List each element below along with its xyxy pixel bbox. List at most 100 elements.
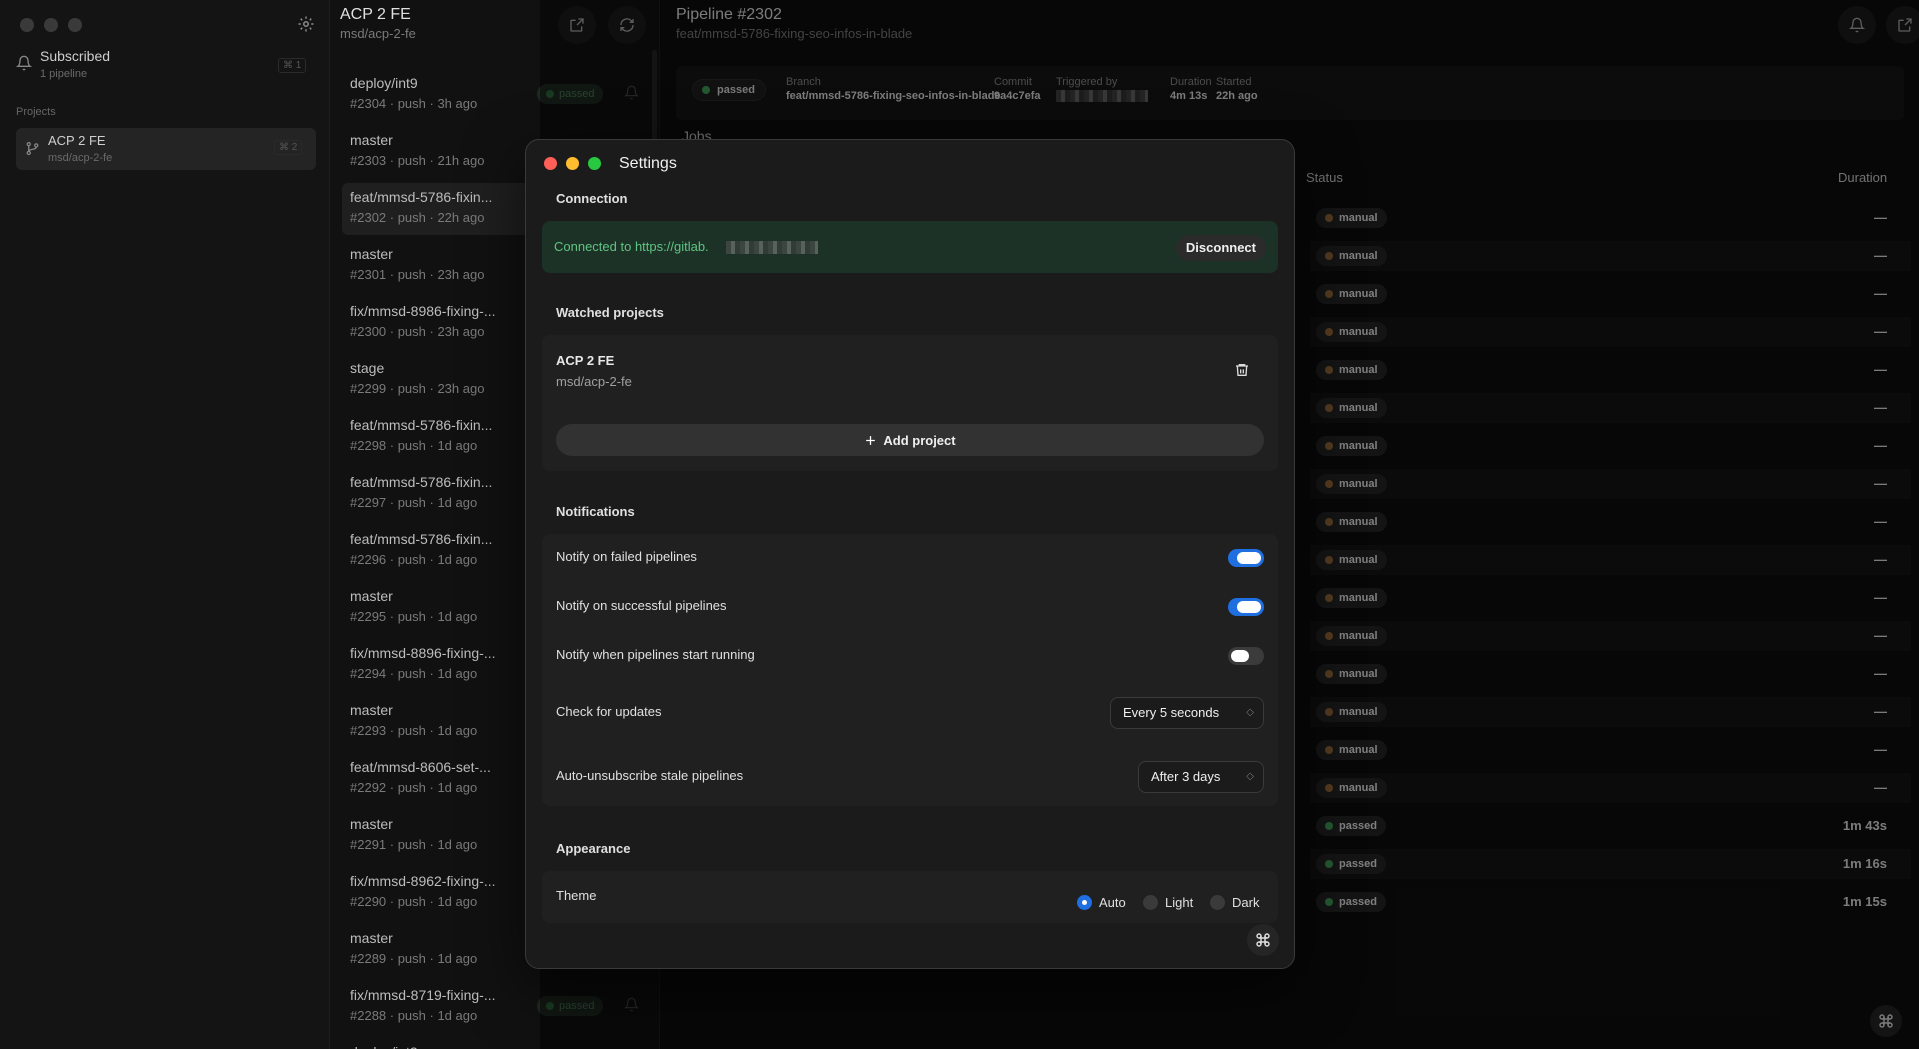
pipeline-meta: #2294 · push · 1d ago: [350, 666, 478, 681]
pipeline-meta: #2292 · push · 1d ago: [350, 780, 478, 795]
theme-option-light[interactable]: Light: [1143, 895, 1193, 910]
theme-option-label: Dark: [1232, 895, 1260, 910]
gear-icon[interactable]: [297, 15, 315, 33]
pipeline-branch: fix/mmsd-8896-fixing-...: [350, 645, 496, 661]
theme-option-auto[interactable]: Auto: [1077, 895, 1126, 910]
pipeline-meta: #2291 · push · 1d ago: [350, 837, 478, 852]
notify-success-toggle[interactable]: [1228, 598, 1264, 616]
notify-running-label: Notify when pipelines start running: [556, 647, 755, 662]
theme-option-label: Auto: [1099, 895, 1126, 910]
pipeline-branch: deploy/int9: [350, 75, 418, 91]
sidebar-item-label: Subscribed: [40, 48, 111, 64]
chevron-updown-icon: ◇: [1246, 707, 1254, 718]
theme-label: Theme: [556, 888, 597, 903]
pipeline-branch: master: [350, 816, 393, 832]
shortcut-badge: ⌘ 1: [278, 58, 307, 73]
pipeline-meta: #2290 · push · 1d ago: [350, 894, 478, 909]
branch-icon: [26, 141, 39, 156]
pipeline-branch: feat/mmsd-5786-fixin...: [350, 474, 493, 490]
check-updates-value: Every 5 seconds: [1123, 705, 1220, 720]
section-heading-watched: Watched projects: [556, 305, 664, 320]
section-heading-connection: Connection: [556, 191, 628, 206]
pipeline-meta: #2299 · push · 23h ago: [350, 381, 485, 396]
watched-project-path: msd/acp-2-fe: [556, 374, 632, 389]
window-controls: [544, 157, 601, 170]
pipeline-meta: #2301 · push · 23h ago: [350, 267, 485, 282]
pipeline-branch: stage: [350, 360, 385, 376]
pipeline-meta: #2303 · push · 21h ago: [350, 153, 485, 168]
minimize-window-button[interactable]: [566, 157, 579, 170]
plus-icon: [866, 435, 876, 445]
auto-unsubscribe-label: Auto-unsubscribe stale pipelines: [556, 768, 744, 783]
pipeline-branch: fix/mmsd-8962-fixing-...: [350, 873, 496, 889]
check-updates-select[interactable]: Every 5 seconds ◇: [1110, 697, 1264, 729]
window-controls: [20, 18, 82, 32]
sidebar-item-count: 1 pipeline: [40, 68, 88, 80]
maximize-window-button[interactable]: [588, 157, 601, 170]
pipeline-meta: #2304 · push · 3h ago: [350, 96, 478, 111]
sidebar-item-project[interactable]: ACP 2 FE msd/acp-2-fe ⌘ 2: [16, 128, 316, 170]
dialog-title: Settings: [619, 155, 677, 172]
minimize-window-button[interactable]: [44, 18, 58, 32]
auto-unsubscribe-select[interactable]: After 3 days ◇: [1138, 761, 1264, 793]
pipeline-branch: fix/mmsd-8986-fixing-...: [350, 303, 496, 319]
maximize-window-button[interactable]: [68, 18, 82, 32]
pipeline-branch: master: [350, 702, 393, 718]
pipeline-meta: #2296 · push · 1d ago: [350, 552, 478, 567]
sidebar-section-label: Projects: [16, 106, 56, 118]
notify-failed-label: Notify on failed pipelines: [556, 549, 697, 564]
pipeline-branch: feat/mmsd-8606-set-...: [350, 759, 491, 775]
pipeline-meta: #2288 · push · 1d ago: [350, 1008, 478, 1023]
shortcut-badge: ⌘ 2: [274, 140, 303, 155]
radio-dot: [1077, 895, 1092, 910]
panel-subtitle: msd/acp-2-fe: [340, 26, 416, 41]
project-path: msd/acp-2-fe: [48, 152, 113, 164]
close-window-button[interactable]: [20, 18, 34, 32]
notify-running-toggle[interactable]: [1228, 647, 1264, 665]
redacted-host: [726, 241, 818, 254]
notify-success-label: Notify on successful pipelines: [556, 598, 727, 613]
radio-dot: [1210, 895, 1225, 910]
pipeline-branch: feat/mmsd-5786-fixin...: [350, 417, 493, 433]
pipeline-meta: #2302 · push · 22h ago: [350, 210, 485, 225]
notify-failed-toggle[interactable]: [1228, 549, 1264, 567]
check-updates-label: Check for updates: [556, 704, 662, 719]
add-project-label: Add project: [883, 432, 956, 448]
chevron-updown-icon: ◇: [1246, 771, 1254, 782]
pipeline-branch: fix/mmsd-8719-fixing-...: [350, 987, 496, 1003]
project-name: ACP 2 FE: [48, 133, 106, 148]
theme-option-dark[interactable]: Dark: [1210, 895, 1259, 910]
section-heading-notifications: Notifications: [556, 504, 635, 519]
bell-icon: [16, 55, 32, 71]
pipeline-branch: feat/mmsd-5786-fixin...: [350, 189, 493, 205]
pipeline-meta: #2295 · push · 1d ago: [350, 609, 478, 624]
pipeline-meta: #2300 · push · 23h ago: [350, 324, 485, 339]
command-icon: [1256, 933, 1270, 947]
add-project-button[interactable]: Add project: [556, 424, 1264, 456]
command-button[interactable]: [1247, 924, 1279, 956]
connection-text: Connected to https://gitlab.: [554, 239, 709, 254]
watched-project-name: ACP 2 FE: [556, 353, 615, 368]
pipeline-branch: deploy/int2: [350, 1044, 418, 1049]
auto-unsubscribe-value: After 3 days: [1151, 769, 1221, 784]
pipeline-branch: master: [350, 132, 393, 148]
close-window-button[interactable]: [544, 157, 557, 170]
sidebar-item-subscribed[interactable]: Subscribed 1 pipeline ⌘ 1: [14, 46, 314, 86]
theme-option-label: Light: [1165, 895, 1194, 910]
panel-title: ACP 2 FE: [340, 6, 411, 23]
sidebar: Subscribed 1 pipeline ⌘ 1 Projects ACP 2…: [0, 0, 330, 1049]
radio-dot: [1143, 895, 1158, 910]
section-heading-appearance: Appearance: [556, 841, 631, 856]
pipeline-branch: master: [350, 246, 393, 262]
pipeline-meta: #2289 · push · 1d ago: [350, 951, 478, 966]
pipeline-meta: #2293 · push · 1d ago: [350, 723, 478, 738]
trash-icon[interactable]: [1234, 362, 1250, 378]
pipeline-branch: master: [350, 930, 393, 946]
pipeline-meta: #2297 · push · 1d ago: [350, 495, 478, 510]
pipeline-meta: #2298 · push · 1d ago: [350, 438, 478, 453]
settings-dialog: Settings Connection Connected to https:/…: [525, 139, 1295, 969]
pipeline-branch: master: [350, 588, 393, 604]
connection-status: Connected to https://gitlab. Disconnect: [542, 221, 1278, 273]
disconnect-button[interactable]: Disconnect: [1175, 235, 1266, 261]
pipeline-branch: feat/mmsd-5786-fixin...: [350, 531, 493, 547]
